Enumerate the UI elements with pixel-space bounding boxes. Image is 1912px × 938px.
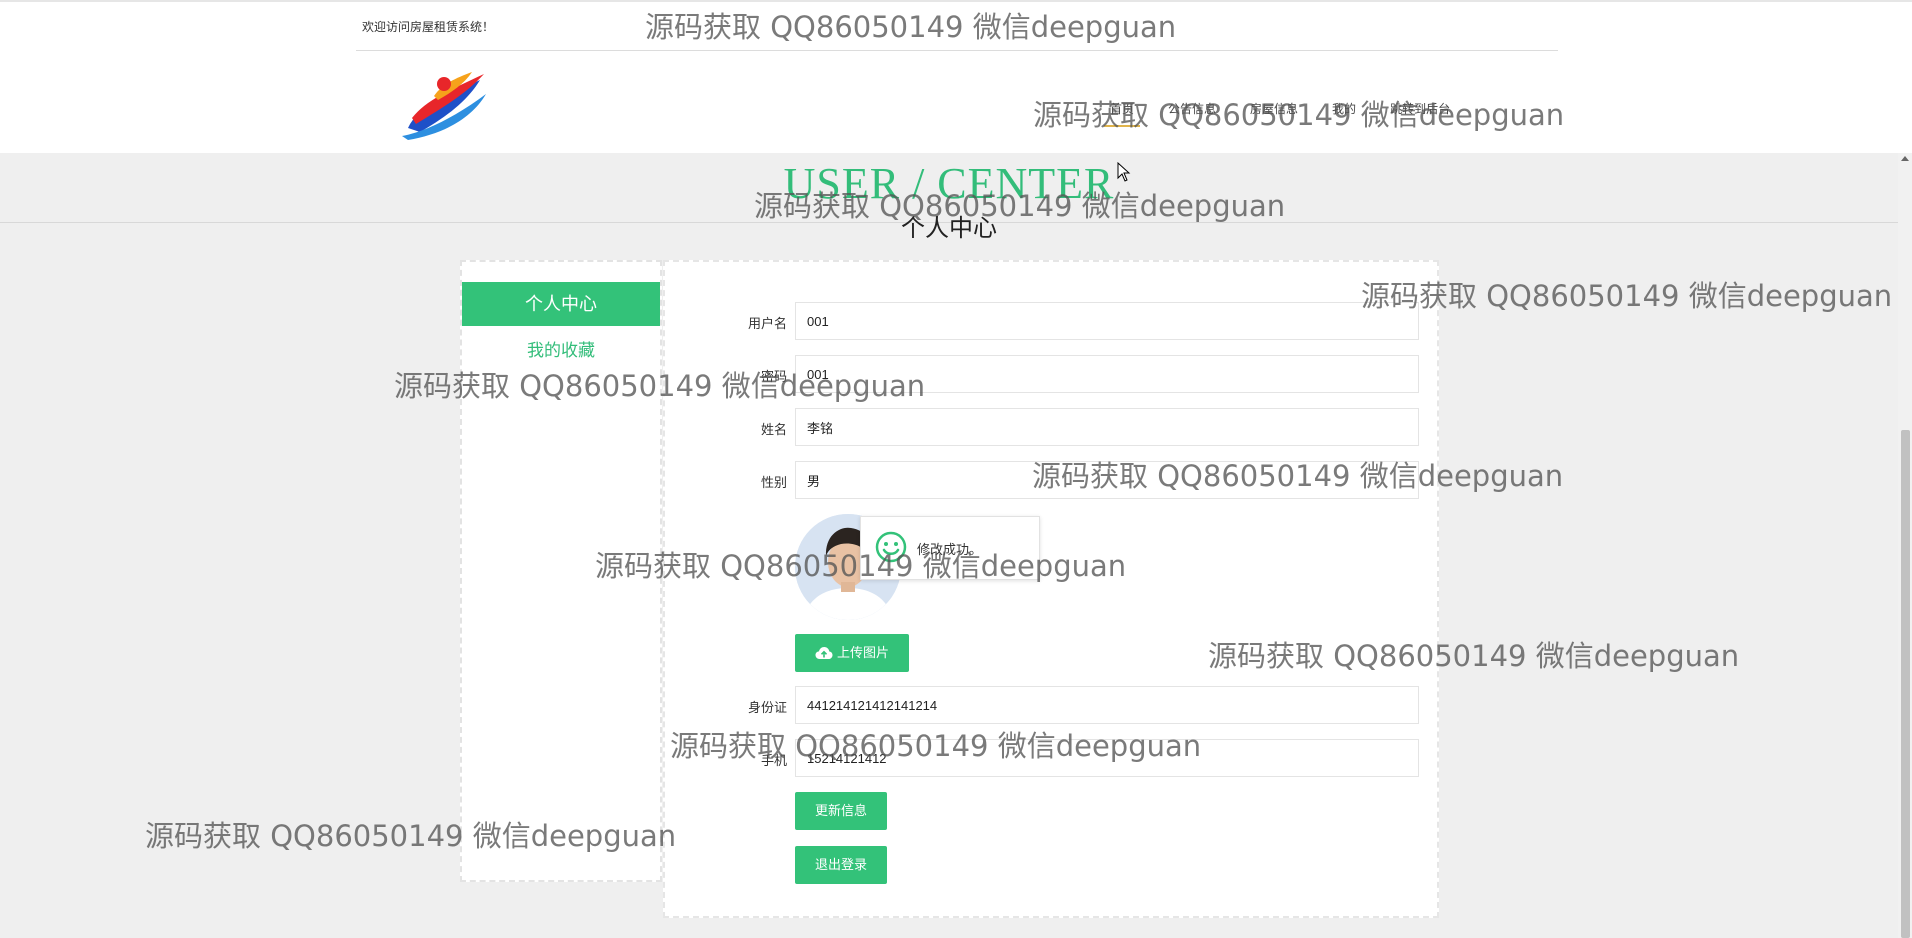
- site-logo[interactable]: [398, 66, 490, 140]
- profile-form: 用户名 密码 姓名 性别 修改成功。: [663, 260, 1439, 918]
- mouse-cursor-icon: [1117, 162, 1131, 182]
- nav-home[interactable]: 首页: [1103, 100, 1141, 127]
- idcard-label: 身份证: [747, 700, 787, 715]
- upload-image-button[interactable]: 上传图片: [795, 634, 909, 672]
- name-label: 姓名: [760, 422, 787, 437]
- cloud-upload-icon: [815, 646, 833, 659]
- sidebar-item-user-center[interactable]: 个人中心: [462, 282, 660, 326]
- header-divider: [356, 50, 1558, 51]
- page-title: 个人中心: [901, 215, 997, 242]
- page-title-en: USER / CENTER: [783, 159, 1115, 208]
- toast-message: 修改成功。: [917, 542, 983, 557]
- upload-button-label: 上传图片: [836, 645, 889, 660]
- nav-mine[interactable]: 我的: [1332, 100, 1356, 117]
- gender-row: 性别: [665, 461, 1441, 501]
- password-row: 密码: [665, 355, 1441, 395]
- phone-row: 手机: [665, 739, 1441, 779]
- site-header: 欢迎访问房屋租赁系统！ 首页 公告信息 房屋信息 我的 跳转到后台: [0, 0, 1912, 153]
- idcard-row: 身份证: [665, 686, 1441, 726]
- main-nav: 首页 公告信息 房屋信息 我的 跳转到后台: [1103, 100, 1450, 127]
- username-field[interactable]: [795, 302, 1419, 340]
- password-field[interactable]: [795, 355, 1419, 393]
- username-row: 用户名: [665, 302, 1441, 342]
- nav-announcements[interactable]: 公告信息: [1168, 100, 1216, 117]
- password-label: 密码: [760, 369, 787, 384]
- username-label: 用户名: [747, 316, 787, 331]
- gender-field[interactable]: [795, 461, 1419, 499]
- name-field[interactable]: [795, 408, 1419, 446]
- phone-label: 手机: [760, 753, 787, 768]
- idcard-field[interactable]: [795, 686, 1419, 724]
- logout-button[interactable]: 退出登录: [795, 846, 887, 884]
- scroll-up-arrow-icon[interactable]: [1901, 156, 1909, 161]
- success-toast: 修改成功。: [860, 516, 1040, 580]
- gender-label: 性别: [760, 475, 787, 490]
- smile-icon: [875, 531, 907, 563]
- phone-field[interactable]: [795, 739, 1419, 777]
- nav-houses[interactable]: 房屋信息: [1250, 100, 1298, 117]
- name-row: 姓名: [665, 408, 1441, 448]
- user-sidebar: 个人中心 我的收藏: [460, 260, 662, 882]
- update-info-button[interactable]: 更新信息: [795, 792, 887, 830]
- welcome-text: 欢迎访问房屋租赁系统！: [362, 20, 495, 34]
- scrollbar-thumb[interactable]: [1901, 430, 1910, 938]
- sidebar-item-favorites[interactable]: 我的收藏: [462, 336, 660, 361]
- nav-admin[interactable]: 跳转到后台: [1390, 100, 1450, 117]
